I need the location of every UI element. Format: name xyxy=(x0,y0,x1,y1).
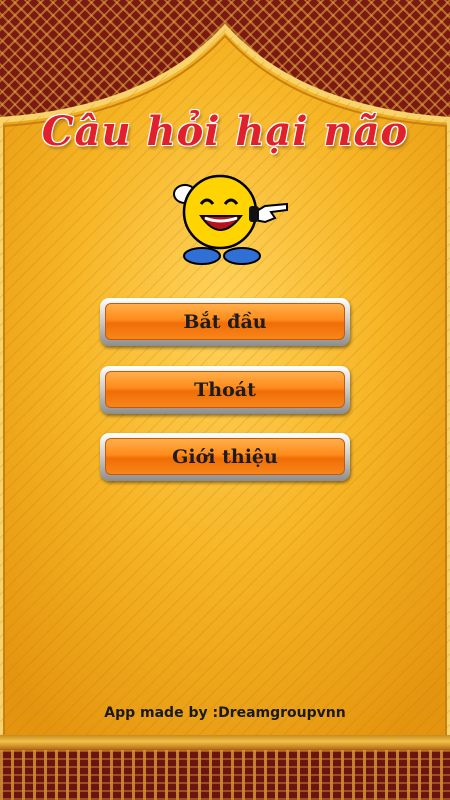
exit-button[interactable]: Thoát xyxy=(100,366,350,414)
start-button-label: Bắt đầu xyxy=(105,303,345,340)
footer-credit: App made by :Dreamgroupvnn xyxy=(104,705,346,721)
exit-button-label: Thoát xyxy=(105,371,345,408)
bottom-ornament-pattern xyxy=(0,750,450,800)
start-button[interactable]: Bắt đầu xyxy=(100,298,350,346)
app-title: Câu hỏi hại não xyxy=(41,108,409,155)
laughing-smiley-icon xyxy=(165,168,290,268)
about-button-label: Giới thiệu xyxy=(105,438,345,475)
about-button[interactable]: Giới thiệu xyxy=(100,433,350,481)
